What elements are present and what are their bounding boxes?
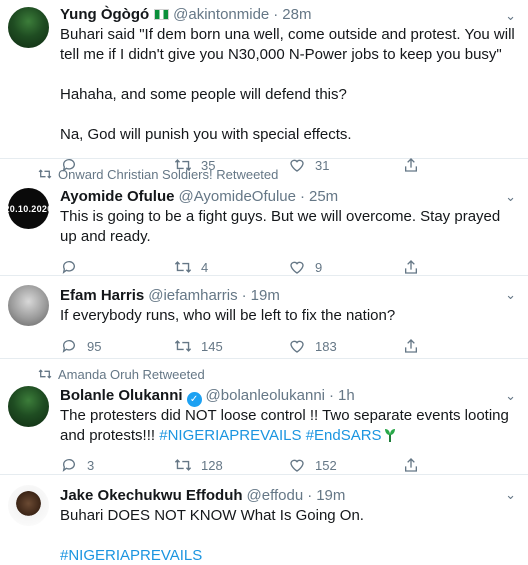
share-button[interactable] bbox=[402, 456, 516, 474]
retweet-button[interactable]: 4 bbox=[174, 258, 288, 276]
tweet-text: Buhari said "If dem born una well, come … bbox=[60, 25, 516, 145]
timestamp[interactable]: 1h bbox=[338, 386, 355, 406]
display-name[interactable]: Jake Okechukwu Effoduh bbox=[60, 486, 243, 506]
nigeria-flag-icon bbox=[154, 9, 170, 20]
display-name[interactable]: Efam Harris bbox=[60, 286, 144, 306]
display-name[interactable]: Ayomide Ofulue bbox=[60, 187, 174, 207]
user-handle[interactable]: @AyomideOfulue bbox=[178, 187, 296, 207]
timestamp[interactable]: 25m bbox=[309, 187, 338, 207]
retweet-icon bbox=[38, 368, 52, 382]
timeline-feed: ⌄ Yung Ògògó @akintonmide · 28m Buhari s… bbox=[0, 0, 528, 565]
tweet-paragraph: Na, God will punish you with special eff… bbox=[60, 126, 352, 143]
tweet-text: Buhari DOES NOT KNOW What Is Going On. #… bbox=[60, 506, 516, 565]
share-icon bbox=[402, 258, 420, 276]
tweet[interactable]: Amanda Oruh Retweeted ⌄ Bolanle Olukanni… bbox=[0, 359, 528, 475]
separator-dot: · bbox=[299, 188, 305, 205]
tweet-header: Efam Harris @iefamharris · 19m bbox=[60, 286, 516, 306]
tweet[interactable]: ⌄ Yung Ògògó @akintonmide · 28m Buhari s… bbox=[0, 0, 528, 173]
retweet-button[interactable]: 128 bbox=[174, 456, 288, 474]
retweet-count: 4 bbox=[201, 259, 209, 275]
heart-icon bbox=[288, 258, 306, 276]
tweet-paragraph: This is going to be a fight guys. But we… bbox=[60, 208, 501, 245]
reply-count: 3 bbox=[87, 457, 95, 473]
hashtag-link[interactable]: #NIGERIAPREVAILS bbox=[60, 546, 516, 565]
endsars-hashflag-icon bbox=[384, 428, 396, 442]
separator-dot: · bbox=[241, 287, 247, 304]
reply-button[interactable]: 3 bbox=[60, 456, 174, 474]
avatar[interactable] bbox=[8, 7, 49, 48]
separator-dot: · bbox=[273, 6, 279, 23]
chevron-down-icon[interactable]: ⌄ bbox=[505, 189, 516, 205]
display-name[interactable]: Bolanle Olukanni bbox=[60, 386, 183, 406]
verified-badge-icon: ✓ bbox=[186, 392, 202, 407]
avatar[interactable] bbox=[8, 485, 49, 526]
tweet-actions: 3 128 152 bbox=[60, 455, 516, 475]
social-context-label: Amanda Oruh Retweeted bbox=[58, 367, 205, 382]
like-button[interactable]: 9 bbox=[288, 258, 402, 276]
chevron-down-icon[interactable]: ⌄ bbox=[505, 487, 516, 503]
share-button[interactable] bbox=[402, 337, 516, 355]
like-count: 9 bbox=[315, 259, 323, 275]
hashtag-link[interactable]: #EndSARS bbox=[306, 427, 382, 444]
share-icon bbox=[402, 337, 420, 355]
user-handle[interactable]: @effodu bbox=[247, 486, 304, 506]
separator-dot: · bbox=[307, 487, 313, 504]
retweet-icon bbox=[174, 337, 192, 355]
separator-dot: · bbox=[329, 387, 335, 404]
tweet-paragraph: Hahaha, and some people will defend this… bbox=[60, 86, 347, 103]
retweet-icon bbox=[174, 456, 192, 474]
like-button[interactable]: 152 bbox=[288, 456, 402, 474]
like-button[interactable]: 183 bbox=[288, 337, 402, 355]
heart-icon bbox=[288, 337, 306, 355]
user-handle[interactable]: @iefamharris bbox=[148, 286, 237, 306]
reply-icon bbox=[60, 456, 78, 474]
social-context-label: Onward Christian Soldiers! Retweeted bbox=[58, 167, 279, 182]
tweet-header: Jake Okechukwu Effoduh @effodu · 19m bbox=[60, 486, 516, 506]
share-icon bbox=[402, 456, 420, 474]
like-count: 152 bbox=[315, 457, 337, 473]
hashtag-link[interactable]: #NIGERIAPREVAILS bbox=[159, 427, 301, 444]
tweet[interactable]: ⌄ Efam Harris @iefamharris · 19m If ever… bbox=[0, 276, 528, 359]
retweet-icon bbox=[38, 168, 52, 182]
social-context[interactable]: Amanda Oruh Retweeted bbox=[38, 367, 205, 382]
chevron-down-icon[interactable]: ⌄ bbox=[505, 388, 516, 404]
tweet-paragraph: Buhari said "If dem born una well, come … bbox=[60, 26, 515, 63]
retweet-button[interactable]: 145 bbox=[174, 337, 288, 355]
reply-icon bbox=[60, 337, 78, 355]
chevron-down-icon[interactable]: ⌄ bbox=[505, 287, 516, 303]
tweet-paragraph: Buhari DOES NOT KNOW What Is Going On. bbox=[60, 507, 364, 524]
display-name[interactable]: Yung Ògògó bbox=[60, 5, 149, 25]
chevron-down-icon[interactable]: ⌄ bbox=[505, 8, 516, 24]
user-handle[interactable]: @bolanleolukanni bbox=[206, 386, 325, 406]
reply-icon bbox=[60, 258, 78, 276]
heart-icon bbox=[288, 456, 306, 474]
user-handle[interactable]: @akintonmide bbox=[173, 5, 269, 25]
reply-count: 95 bbox=[87, 338, 102, 354]
tweet-text: This is going to be a fight guys. But we… bbox=[60, 207, 516, 247]
avatar[interactable] bbox=[8, 386, 49, 427]
retweet-count: 145 bbox=[201, 338, 223, 354]
timestamp[interactable]: 19m bbox=[316, 486, 345, 506]
avatar[interactable]: 20.10.2020 bbox=[8, 188, 49, 229]
like-count: 183 bbox=[315, 338, 337, 354]
avatar[interactable] bbox=[8, 285, 49, 326]
tweet-header: Ayomide Ofulue @AyomideOfulue · 25m bbox=[60, 187, 516, 207]
tweet-header: Bolanle Olukanni ✓ @bolanleolukanni · 1h bbox=[60, 386, 516, 407]
tweet[interactable]: Onward Christian Soldiers! Retweeted 20.… bbox=[0, 159, 528, 276]
tweet-text: The protesters did NOT loose control !! … bbox=[60, 406, 516, 446]
retweet-icon bbox=[174, 258, 192, 276]
tweet[interactable]: ⌄ Jake Okechukwu Effoduh @effodu · 19m B… bbox=[0, 475, 528, 565]
reply-button[interactable] bbox=[60, 258, 174, 276]
reply-button[interactable]: 95 bbox=[60, 337, 174, 355]
tweet-actions: 4 9 bbox=[60, 257, 516, 277]
share-button[interactable] bbox=[402, 258, 516, 276]
timestamp[interactable]: 19m bbox=[251, 286, 280, 306]
social-context[interactable]: Onward Christian Soldiers! Retweeted bbox=[38, 167, 278, 182]
retweet-count: 128 bbox=[201, 457, 223, 473]
timestamp[interactable]: 28m bbox=[282, 5, 311, 25]
tweet-paragraph: If everybody runs, who will be left to f… bbox=[60, 307, 396, 324]
tweet-actions: 95 145 183 bbox=[60, 336, 516, 356]
tweet-header: Yung Ògògó @akintonmide · 28m bbox=[60, 5, 516, 25]
tweet-text: If everybody runs, who will be left to f… bbox=[60, 306, 516, 326]
